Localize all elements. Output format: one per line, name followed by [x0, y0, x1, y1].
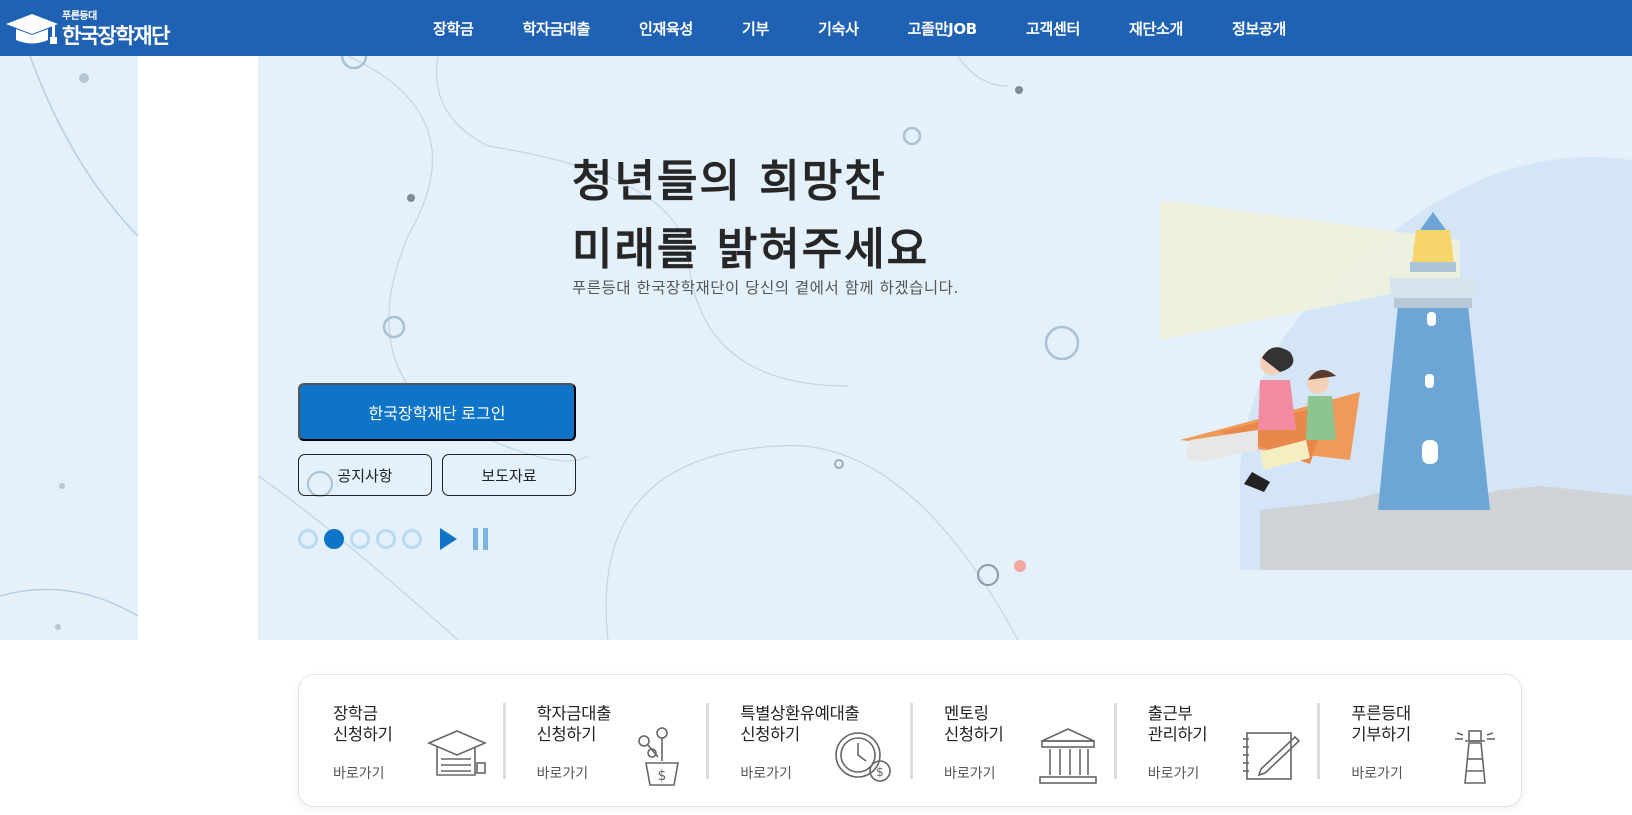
notice-button[interactable]: 공지사항 — [298, 454, 432, 496]
nav-item-disclosure[interactable]: 정보공개 — [1232, 18, 1286, 39]
slider-dot-2[interactable] — [324, 529, 344, 549]
quick-item-title-line1: 푸른등대 — [1351, 704, 1411, 723]
quick-item-student-loan[interactable]: 학자금대출 신청하기 바로가기 $ — [502, 675, 707, 806]
quick-item-title: 장학금 신청하기 — [333, 703, 393, 745]
nav-item-donation[interactable]: 기부 — [742, 18, 769, 39]
quick-item-mentoring[interactable]: 멘토링 신청하기 바로가기 — [910, 675, 1114, 806]
slider-dot-1[interactable] — [298, 529, 318, 549]
quick-item-title-line1: 출근부 — [1147, 704, 1193, 723]
nav-item-dormitory[interactable]: 기숙사 — [818, 18, 859, 39]
page: 푸른등대 한국장학재단 장학금 학자금대출 인재육성 기부 기숙사 고졸만JOB… — [0, 0, 1632, 815]
pause-icon[interactable] — [473, 528, 493, 550]
quick-item-title: 멘토링 신청하기 — [944, 703, 1004, 745]
quick-menu: 장학금 신청하기 바로가기 학자금대출 신청하기 바로가기 $ 특별상환유예대출… — [298, 674, 1522, 807]
slider-dot-4[interactable] — [376, 529, 396, 549]
quick-item-scholarship[interactable]: 장학금 신청하기 바로가기 — [299, 675, 503, 806]
lighthouse-illustration — [1160, 157, 1632, 570]
svg-text:$: $ — [876, 765, 884, 779]
clock-coins-icon: $ — [835, 732, 891, 782]
slider-dot-3[interactable] — [350, 529, 370, 549]
site-logo[interactable]: 푸른등대 한국장학재단 — [4, 6, 174, 50]
quick-item-link[interactable]: 바로가기 — [944, 763, 996, 783]
lighthouse-icon — [1455, 730, 1496, 784]
quick-item-title-line2: 신청하기 — [944, 725, 1004, 744]
quick-item-link[interactable]: 바로가기 — [1148, 763, 1200, 783]
quick-item-title: 푸른등대 기부하기 — [1351, 703, 1411, 745]
login-button[interactable]: 한국장학재단 로그인 — [298, 383, 576, 441]
top-header: 푸른등대 한국장학재단 장학금 학자금대출 인재육성 기부 기숙사 고졸만JOB… — [0, 0, 1632, 56]
quick-item-title-line1: 학자금대출 — [536, 704, 612, 723]
nav-item-talent[interactable]: 인재육성 — [639, 18, 693, 39]
press-release-button[interactable]: 보도자료 — [442, 454, 576, 496]
main-nav: 장학금 학자금대출 인재육성 기부 기숙사 고졸만JOB 고객센터 재단소개 정… — [400, 0, 1286, 56]
hero-subtitle: 푸른등대 한국장학재단이 당신의 곁에서 함께 하겠습니다. — [572, 279, 959, 297]
logo-title: 한국장학재단 — [62, 24, 170, 48]
money-plant-icon: $ — [638, 727, 680, 786]
quick-item-link[interactable]: 바로가기 — [740, 763, 792, 783]
svg-text:$: $ — [658, 768, 667, 784]
decorative-lines — [0, 56, 138, 630]
graduation-cap-logo-icon — [6, 14, 58, 44]
quick-item-title-line1: 멘토링 — [944, 704, 989, 723]
quick-item-title-line2: 기부하기 — [1351, 725, 1411, 744]
nav-item-customer-center[interactable]: 고객센터 — [1026, 18, 1080, 39]
slider-dot-5[interactable] — [402, 529, 422, 549]
nav-item-student-loan[interactable]: 학자금대출 — [523, 18, 591, 39]
hero-title-line1: 청년들의 희망찬 — [572, 156, 887, 207]
quick-item-title-line2: 관리하기 — [1147, 725, 1208, 744]
play-icon[interactable] — [440, 528, 457, 550]
notepad-pen-icon — [1243, 732, 1301, 780]
hero-side-panel — [0, 56, 138, 640]
quick-item-title: 학자금대출 신청하기 — [536, 703, 612, 745]
institution-icon — [1038, 728, 1097, 784]
quick-item-attendance[interactable]: 출근부 관리하기 바로가기 — [1113, 675, 1318, 806]
hero-title-line2: 미래를 밝혀주세요 — [572, 224, 930, 275]
quick-item-link[interactable]: 바로가기 — [537, 763, 589, 783]
quick-item-donation[interactable]: 푸른등대 기부하기 바로가기 — [1317, 675, 1521, 806]
hero-title: 청년들의 희망찬 미래를 밝혀주세요 — [572, 148, 929, 284]
quick-item-title-line1: 특별상환유예대출 — [740, 704, 860, 723]
slider-controls — [298, 528, 493, 550]
quick-item-link[interactable]: 바로가기 — [333, 763, 385, 783]
nav-item-job[interactable]: 고졸만JOB — [908, 18, 978, 39]
quick-item-title: 출근부 관리하기 — [1148, 703, 1208, 745]
nav-item-scholarship[interactable]: 장학금 — [433, 18, 474, 39]
quick-item-link[interactable]: 바로가기 — [1351, 763, 1403, 783]
quick-item-title-line1: 장학금 — [333, 704, 378, 723]
quick-item-deferment-loan[interactable]: 특별상환유예대출 신청하기 바로가기 $ — [706, 675, 910, 806]
quick-item-title-line2: 신청하기 — [536, 725, 597, 744]
graduation-cap-icon — [426, 730, 487, 776]
nav-item-about[interactable]: 재단소개 — [1129, 18, 1183, 39]
quick-item-title-line2: 신청하기 — [333, 725, 393, 744]
